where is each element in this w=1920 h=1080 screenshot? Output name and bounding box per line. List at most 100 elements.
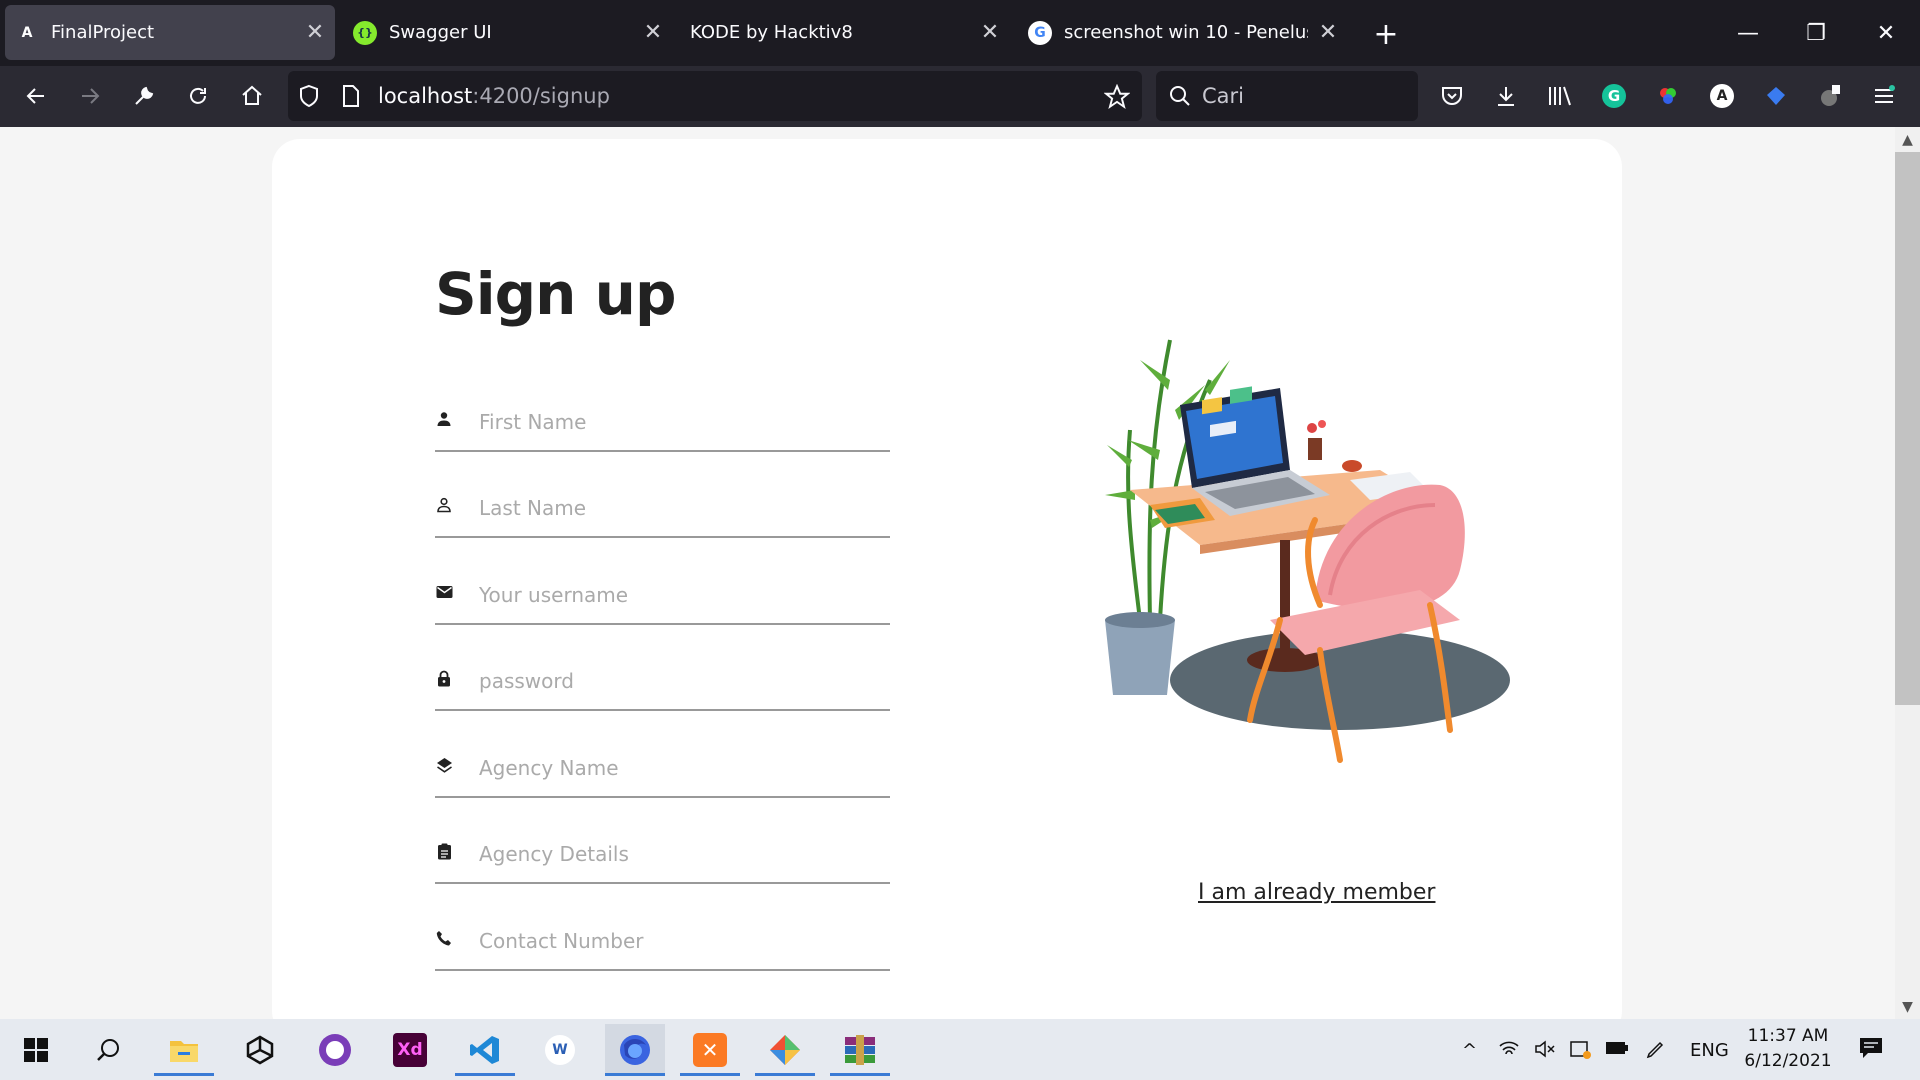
last-name-input[interactable] [479,486,884,530]
downloads-icon[interactable] [1482,72,1530,120]
last-name-field [435,486,890,546]
search-icon[interactable] [78,1024,138,1076]
agency-name-field [435,746,890,806]
battery-icon[interactable] [1605,1040,1629,1061]
agency-name-input[interactable] [479,746,884,790]
notifications-icon[interactable] [1858,1036,1884,1065]
person-icon [435,410,453,428]
password-field [435,659,890,719]
url-text[interactable]: localhost:4200/signup [378,84,610,108]
field-underline [435,796,890,798]
github-desktop-icon[interactable] [305,1024,365,1076]
pen-icon[interactable] [1645,1040,1665,1065]
first-name-input[interactable] [479,400,884,444]
start-icon[interactable] [6,1024,66,1076]
chevron-up-icon[interactable]: ^ [1462,1040,1477,1061]
clipboard-icon [435,842,453,860]
colorzilla-icon[interactable] [1644,72,1692,120]
volume-muted-icon[interactable] [1534,1040,1556,1063]
word-icon[interactable]: W [530,1024,590,1076]
library-icon[interactable] [1536,72,1584,120]
username-field [435,573,890,633]
unity-icon[interactable] [230,1024,290,1076]
page-title: Sign up [435,260,676,328]
clock-date: 6/12/2021 [1744,1051,1832,1071]
shield-icon[interactable] [298,84,320,112]
close-tab-icon[interactable]: ✕ [633,20,673,45]
scroll-down-icon[interactable]: ▼ [1895,994,1920,1019]
minimize-icon[interactable]: — [1714,0,1782,66]
password-input[interactable] [479,659,884,703]
url-host: localhost [378,84,473,108]
swagger-favicon-icon: {} [353,20,377,45]
tab-title: screenshot win 10 - Penelusuran [1064,22,1308,43]
search-bar[interactable] [1156,71,1418,121]
url-path: :4200/signup [472,84,610,108]
firefox-icon[interactable] [605,1024,665,1076]
forward-icon[interactable] [66,72,114,120]
running-indicator [755,1073,815,1076]
tab-title: KODE by Hacktiv8 [690,22,853,43]
close-window-icon[interactable]: ✕ [1852,0,1920,66]
search-placeholder[interactable]: Cari [1202,84,1244,108]
grammarly-icon[interactable]: G [1590,72,1638,120]
angular-favicon-icon: A [21,24,33,41]
tab-google-search[interactable]: G screenshot win 10 - Penelusuran ✕ [1018,5,1348,60]
tab-title: FinalProject [51,22,155,43]
language-indicator[interactable]: ENG [1690,1040,1729,1061]
first-name-field [435,400,890,460]
person-outline-icon [435,496,453,514]
menu-hamburger-icon[interactable] [1860,72,1908,120]
bookmark-star-icon[interactable] [1103,83,1131,114]
agency-details-input[interactable] [479,832,884,876]
tab-swagger-ui[interactable]: {} Swagger UI ✕ [343,5,673,60]
back-icon[interactable] [12,72,60,120]
tab-kode-hacktiv8[interactable]: KODE by Hacktiv8 ✕ [680,5,1010,60]
field-underline [435,623,890,625]
xampp-tray-icon[interactable] [1570,1040,1592,1065]
winrar-icon[interactable] [830,1024,890,1076]
close-tab-icon[interactable]: ✕ [970,20,1010,45]
tab-finalproject[interactable]: A FinalProject ✕ [5,5,335,60]
close-tab-icon[interactable]: ✕ [295,20,335,45]
search-icon [1168,84,1192,112]
page-info-icon[interactable] [342,85,360,111]
vscode-icon[interactable] [455,1024,515,1076]
git-icon[interactable] [755,1024,815,1076]
contact-number-input[interactable] [479,919,884,963]
running-indicator [605,1073,665,1076]
running-indicator [154,1073,214,1076]
field-underline [435,709,890,711]
field-underline [435,450,890,452]
agency-details-field [435,832,890,892]
reload-icon[interactable] [174,72,222,120]
phone-icon [435,929,453,947]
contact-number-field [435,919,890,979]
google-favicon-icon: G [1028,20,1052,45]
scrollbar-thumb[interactable] [1895,152,1920,705]
tab-title: Swagger UI [389,22,492,43]
restore-icon[interactable]: ❐ [1782,0,1850,66]
new-tab-button[interactable]: + [1366,14,1406,54]
field-underline [435,536,890,538]
wrench-icon[interactable] [120,72,168,120]
pocket-icon[interactable] [1428,72,1476,120]
wifi-icon[interactable] [1498,1040,1520,1063]
clock-time: 11:37 AM [1747,1026,1829,1046]
username-input[interactable] [479,573,884,617]
already-member-link[interactable]: I am already member [1198,880,1435,905]
close-tab-icon[interactable]: ✕ [1308,20,1348,45]
layers-icon [435,756,453,774]
field-underline [435,882,890,884]
file-explorer-icon[interactable] [154,1024,214,1076]
field-underline [435,969,890,971]
lock-icon [435,669,453,687]
scroll-up-icon[interactable]: ▲ [1895,127,1920,152]
extensions-puzzle-icon[interactable] [1806,72,1854,120]
system-clock[interactable]: 11:37 AM 6/12/2021 [1728,1024,1848,1074]
adobe-xd-icon[interactable]: Xd [380,1024,440,1076]
account-extension-icon[interactable]: A [1698,72,1746,120]
extension-diamond-icon[interactable] [1752,72,1800,120]
home-icon[interactable] [228,72,276,120]
xampp-icon[interactable]: ✕ [680,1024,740,1076]
